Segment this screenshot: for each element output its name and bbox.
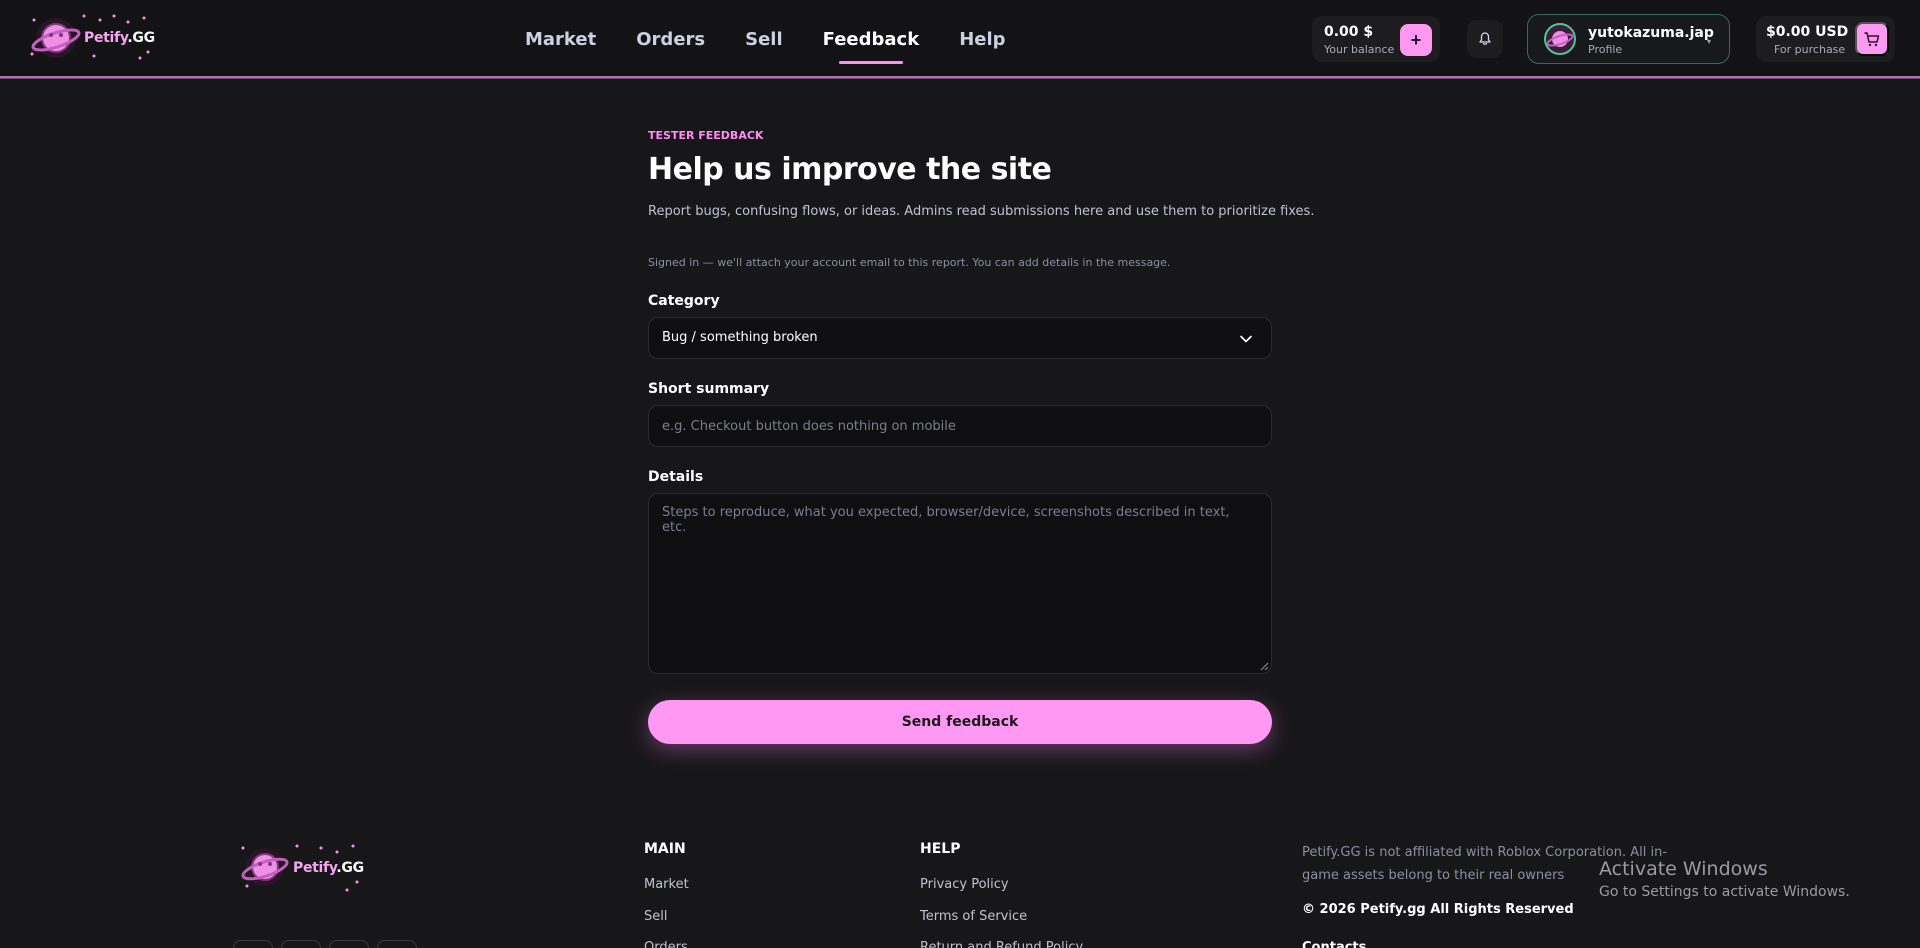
- details-textarea[interactable]: [648, 493, 1272, 674]
- balance-label: Your balance: [1324, 43, 1395, 56]
- site-logo[interactable]: Petify.GG: [24, 8, 156, 68]
- shopping-cart-icon: [1864, 32, 1880, 47]
- details-label: Details: [648, 469, 704, 485]
- footer-link-market[interactable]: Market: [644, 877, 689, 892]
- page-description: Report bugs, confusing flows, or ideas. …: [648, 204, 1315, 219]
- balance-widget: 0.00 $ Your balance +: [1312, 16, 1440, 62]
- planet-avatar-icon: [1546, 31, 1574, 47]
- profile-label: Profile: [1588, 43, 1623, 56]
- category-selected-value: Bug / something broken: [662, 330, 818, 345]
- cart-button[interactable]: [1855, 22, 1889, 56]
- footer-link-privacy[interactable]: Privacy Policy: [920, 877, 1009, 892]
- footer-help-heading: HELP: [920, 841, 961, 857]
- nav-item-sell[interactable]: Sell: [745, 0, 783, 78]
- footer-link-refund[interactable]: Return and Refund Policy: [920, 940, 1083, 948]
- notifications-button[interactable]: [1467, 20, 1503, 58]
- summary-label: Short summary: [648, 381, 770, 397]
- cart-widget: $0.00 USD For purchase: [1756, 16, 1895, 62]
- social-link[interactable]: [281, 940, 321, 948]
- footer-logo[interactable]: Petify.GG: [235, 838, 365, 896]
- nav-item-market[interactable]: Market: [525, 0, 596, 78]
- page-title: Help us improve the site: [648, 152, 1052, 187]
- nav-item-feedback[interactable]: Feedback: [823, 0, 919, 78]
- profile-menu[interactable]: yutokazuma.jap Profile ▾: [1527, 14, 1730, 64]
- footer-link-terms[interactable]: Terms of Service: [920, 909, 1027, 924]
- watermark-subtitle: Go to Settings to activate Windows.: [1599, 884, 1850, 900]
- add-balance-button[interactable]: +: [1400, 24, 1432, 56]
- footer-copyright: © 2026 Petify.gg All Rights Reserved: [1302, 902, 1574, 917]
- social-link[interactable]: [377, 940, 417, 948]
- footer-link-orders[interactable]: Orders: [644, 940, 688, 948]
- watermark-title: Activate Windows: [1599, 858, 1768, 880]
- footer-contacts-heading: Contacts: [1302, 940, 1367, 948]
- resize-handle-icon[interactable]: [1260, 662, 1269, 671]
- social-link[interactable]: [233, 940, 273, 948]
- section-eyebrow: TESTER FEEDBACK: [648, 129, 764, 142]
- logo-wordmark: Petify.GG: [293, 860, 364, 876]
- bell-icon: [1479, 32, 1491, 45]
- main-nav: Market Orders Sell Feedback Help: [525, 0, 1046, 78]
- logo-wordmark: Petify.GG: [84, 30, 155, 46]
- signed-in-note: Signed in — we'll attach your account em…: [648, 256, 1171, 269]
- nav-item-orders[interactable]: Orders: [636, 0, 705, 78]
- site-header: Petify.GG Market Orders Sell Feedback He…: [0, 0, 1920, 78]
- windows-activation-watermark: Activate Windows Go to Settings to activ…: [1599, 858, 1850, 900]
- footer-main-heading: MAIN: [644, 841, 686, 857]
- cart-amount: $0.00 USD: [1766, 24, 1849, 40]
- footer-link-sell[interactable]: Sell: [644, 909, 667, 924]
- social-link[interactable]: [329, 940, 369, 948]
- cart-label: For purchase: [1774, 43, 1846, 56]
- summary-input[interactable]: [648, 405, 1272, 447]
- category-select[interactable]: Bug / something broken: [648, 317, 1272, 359]
- avatar: [1544, 23, 1576, 55]
- balance-amount: 0.00 $: [1324, 24, 1374, 40]
- chevron-down-icon: [1240, 335, 1252, 343]
- send-feedback-button[interactable]: Send feedback: [648, 700, 1272, 744]
- profile-username: yutokazuma.jap: [1588, 25, 1714, 41]
- nav-item-help[interactable]: Help: [959, 0, 1005, 78]
- category-label: Category: [648, 293, 720, 309]
- chevron-down-icon: ▾: [1706, 37, 1711, 46]
